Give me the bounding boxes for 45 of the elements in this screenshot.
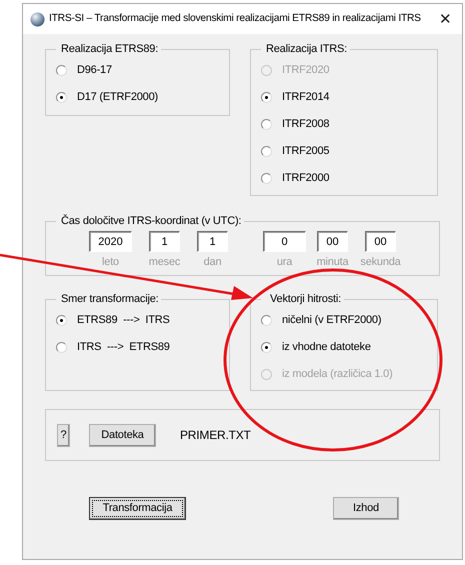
group-label: Realizacija ETRS89: [60,44,160,55]
globe-icon [30,12,45,26]
radio-button[interactable] [261,173,272,184]
radio-option[interactable]: ITRF2008 [261,111,427,138]
radio-button[interactable] [261,119,272,130]
group-label: Realizacija ITRS: [265,44,348,55]
radio-button[interactable] [261,146,272,157]
close-button[interactable]: ✕ [437,12,454,26]
dialog-button[interactable]: Transformacija [89,497,186,520]
number-field[interactable]: 2020 [89,231,132,252]
radio-option[interactable]: D96-17 [56,57,219,84]
radio-option[interactable]: ITRF2014 [261,84,427,111]
radio-option[interactable]: D17 (ETRF2000) [56,84,219,111]
field-caption: sekunda [360,255,401,270]
field-caption: dan [204,255,222,270]
radio-option[interactable]: ITRS ---> ETRS89 [56,334,219,361]
field-caption: mesec [148,255,180,270]
number-field[interactable]: 1 [149,231,180,252]
number-field[interactable]: 00 [365,231,396,252]
field-caption: leto [102,255,119,270]
radio-button[interactable] [56,65,67,76]
radio-button[interactable] [261,315,272,326]
radio-option[interactable]: ITRF2000 [261,165,427,192]
radio-button[interactable] [56,92,67,103]
field-caption: minuta [316,255,348,270]
dialog-button[interactable]: Izhod [333,497,399,520]
radio-option[interactable]: ETRS89 ---> ITRS [56,307,219,334]
group-label: Čas določitve ITRS-koordinat (v UTC): [60,216,242,227]
radio-button[interactable] [56,315,67,326]
radio-button[interactable] [56,342,67,353]
radio-option[interactable]: ničelni (v ETRF2000) [261,307,427,334]
radio-button[interactable] [261,342,272,353]
help-button[interactable]: ? [57,424,70,446]
group-label: Vektorji hitrosti: [269,294,342,305]
group-label: Smer transformacije: [60,294,160,305]
window-title: ITRS-SI – Transformacije med slovenskimi realizacijami ETRS89 in realizacijami ITRS [49,12,422,26]
file-name: PRIMER.TXT [180,427,251,444]
number-field[interactable]: 0 [263,231,306,252]
number-field[interactable]: 1 [197,231,228,252]
radio-button[interactable] [261,92,272,103]
radio-option[interactable]: iz vhodne datoteke [261,334,427,361]
radio-option[interactable]: ITRF2005 [261,138,427,165]
number-field[interactable]: 00 [317,231,348,252]
field-caption: ura [276,255,292,270]
file-button[interactable]: Datoteka [89,424,156,446]
